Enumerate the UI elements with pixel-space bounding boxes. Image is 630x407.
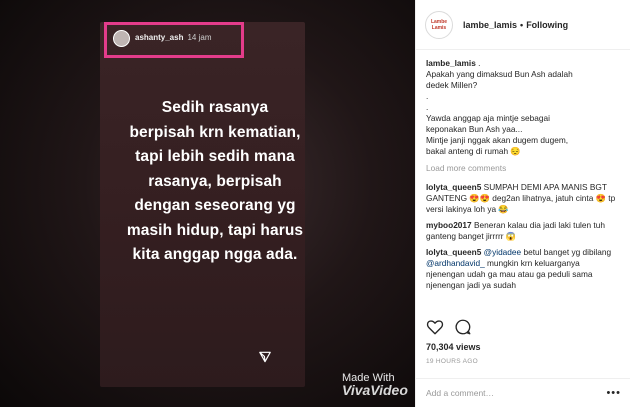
comment-icon[interactable] xyxy=(454,318,472,336)
avatar[interactable]: Lambe Lamis xyxy=(425,10,453,39)
comment-username[interactable]: lolyta_queen5 xyxy=(426,247,481,257)
send-icon xyxy=(259,351,271,363)
comment-username[interactable]: myboo2017 xyxy=(426,220,472,230)
following-button[interactable]: Following xyxy=(526,20,568,30)
comment: lolyta_queen5 @yidadee betul banget yg d… xyxy=(426,247,620,291)
story-line: berpisah krn kematian, xyxy=(129,123,301,141)
watermark-brand: VivaVideo xyxy=(342,382,408,398)
header-username[interactable]: lambe_lamis xyxy=(463,20,517,30)
caption-username[interactable]: lambe_lamis xyxy=(426,58,476,68)
caption: lambe_lamis . Apakah yang dimaksud Bun A… xyxy=(426,58,620,157)
heart-icon[interactable] xyxy=(426,318,444,336)
story-user-line: ashanty_ash 14 jam xyxy=(135,33,211,42)
comment-text: betul banget yg dibilang xyxy=(521,247,612,257)
story-line: tapi lebih sedih mana xyxy=(135,148,295,165)
add-comment-bar: Add a comment… ••• xyxy=(416,378,630,407)
comment: myboo2017 Beneran kalau dia jadi laki tu… xyxy=(426,220,620,242)
post-media[interactable]: ashanty_ash 14 jam Sedih rasanya berpisah… xyxy=(0,0,415,407)
post-timestamp[interactable]: 19 HOURS AGO xyxy=(426,358,478,365)
add-comment-input[interactable]: Add a comment… xyxy=(426,388,494,398)
caption-line: bakal anteng di rumah 😔 xyxy=(426,146,521,156)
avatar-text: Lambe Lamis xyxy=(430,18,448,31)
story-text: Sedih rasanya berpisah krn kematian, tap… xyxy=(105,96,325,268)
post-side-panel: Lambe Lamis lambe_lamis • Following lambe_… xyxy=(415,0,630,407)
header-info: lambe_lamis • Following xyxy=(463,20,568,30)
story-line: rasanya, berpisah xyxy=(148,172,282,190)
more-options-icon[interactable]: ••• xyxy=(606,387,621,399)
comment-username[interactable]: lolyta_queen5 xyxy=(426,182,481,192)
caption-line: . xyxy=(426,102,429,112)
caption-line: Mintje janji nggak akan dugem dugem, xyxy=(426,135,569,145)
caption-line: Yawda anggap aja mintje sebagai xyxy=(426,113,550,123)
action-bar xyxy=(426,318,472,336)
story-time: 14 jam xyxy=(187,33,212,42)
post-header: Lambe Lamis lambe_lamis • Following xyxy=(416,0,630,50)
caption-line: . xyxy=(426,91,429,101)
story-avatar xyxy=(113,30,130,47)
watermark: Made With VivaVideo xyxy=(342,372,408,398)
story-line: kita anggap ngga ada. xyxy=(132,246,298,263)
load-more-comments-link[interactable]: Load more comments xyxy=(426,163,620,174)
story-username: ashanty_ash xyxy=(135,33,184,42)
story-line: Sedih rasanya xyxy=(161,99,269,116)
comments-list[interactable]: lambe_lamis . Apakah yang dimaksud Bun A… xyxy=(416,50,630,306)
comment: lolyta_queen5 SUMPAH DEMI APA MANIS BGT … xyxy=(426,182,620,215)
separator-dot: • xyxy=(520,19,524,30)
comment-mention[interactable]: @yidadee xyxy=(484,247,522,257)
story-line: masih hidup, tapi harus xyxy=(126,221,304,239)
story-line: dengan seseorang yg xyxy=(134,197,296,214)
caption-first: . xyxy=(478,58,481,68)
comment-mention[interactable]: @ardhandavid_ xyxy=(426,258,485,268)
caption-line: dedek Millen? xyxy=(426,80,478,90)
caption-line: Apakah yang dimaksud Bun Ash adalah xyxy=(426,69,573,79)
caption-line: keponakan Bun Ash yaa... xyxy=(426,124,523,134)
views-count[interactable]: 70,304 views xyxy=(426,342,481,352)
